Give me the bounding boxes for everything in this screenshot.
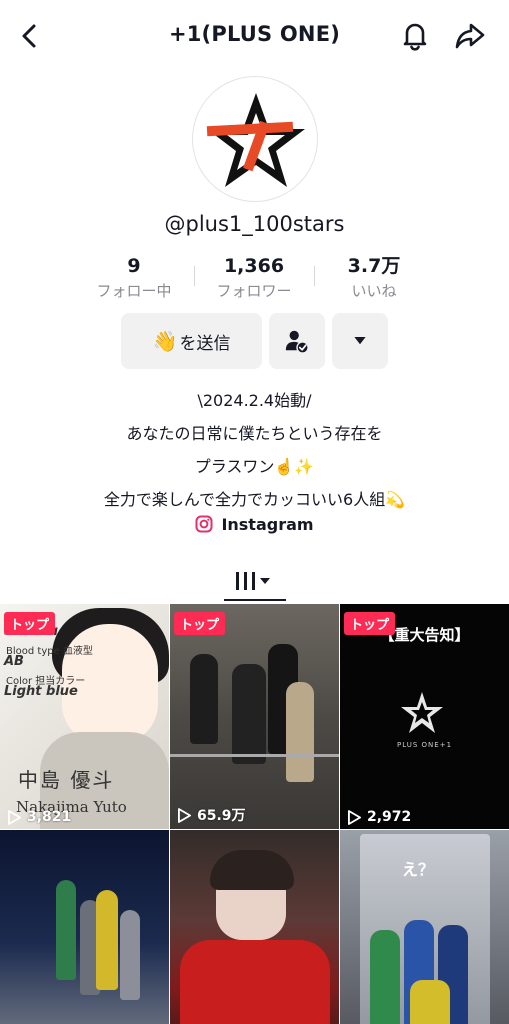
following-label: フォロー中: [96, 282, 172, 300]
video-grid: Sakanu Blood type 血液型 AB Color 担当カラー Lig…: [0, 604, 509, 1024]
view-count-text: 3,821: [27, 809, 72, 825]
plus-one-star-logo: [206, 93, 305, 187]
video-tile[interactable]: え？: [340, 830, 509, 1024]
view-count-text: 65.9万: [197, 808, 246, 824]
thumbnail-text: え？: [402, 860, 435, 879]
grid-videos-icon: [236, 572, 270, 590]
bio-line: \2024.2.4始動/: [197, 391, 312, 410]
play-icon: [348, 809, 361, 825]
video-tile[interactable]: 【重大告知】 PLUS ONE+1 トップ 2,972: [340, 604, 509, 829]
followers-stat[interactable]: 1,366 フォロワー: [194, 252, 314, 302]
top-badge: トップ: [174, 612, 226, 635]
profile-stats: 9 フォロー中 1,366 フォロワー 3.7万 いいね: [0, 252, 509, 308]
likes-stat[interactable]: 3.7万 いいね: [314, 252, 434, 302]
video-tile[interactable]: [170, 830, 339, 1024]
thumbnail-figure: [96, 890, 118, 990]
likes-label: いいね: [351, 282, 397, 300]
instagram-label: Instagram: [221, 514, 314, 534]
thumbnail-name-jp: 中島 優斗: [18, 768, 115, 792]
following-stat[interactable]: 9 フォロー中: [74, 252, 194, 302]
bio-line: あなたの日常に僕たちという存在を: [126, 424, 383, 443]
share-arrow-icon[interactable]: [452, 18, 488, 54]
bio-line: プラスワン☝️✨: [194, 457, 315, 476]
followers-label: フォロワー: [216, 282, 292, 300]
thumbnail-figure: [286, 682, 314, 782]
videos-tab[interactable]: [222, 564, 286, 598]
thumbnail-text: AB: [4, 654, 24, 669]
thumbnail-logo-text: PLUS ONE+1: [396, 741, 453, 749]
waving-hand-icon: 👋: [152, 329, 178, 353]
plus-one-star-logo: [401, 692, 443, 733]
bio: \2024.2.4始動/ あなたの日常に僕たちという存在を プラスワン☝️✨ 全…: [0, 384, 509, 516]
add-friend-button[interactable]: [269, 313, 325, 369]
bell-icon[interactable]: [398, 18, 432, 52]
view-count-text: 2,972: [367, 809, 412, 825]
play-icon: [8, 809, 21, 825]
followers-count: 1,366: [223, 255, 285, 277]
view-count: 3,821: [8, 809, 71, 825]
instagram-link[interactable]: Instagram: [0, 511, 509, 537]
avatar[interactable]: [192, 76, 318, 202]
profile-title: +1(PLUS ONE): [168, 22, 341, 46]
thumbnail-figure: [370, 930, 400, 1024]
username-handle: @plus1_100stars: [164, 212, 345, 236]
thumbnail-figure: [210, 850, 294, 890]
top-badge: トップ: [344, 612, 396, 635]
instagram-icon: [195, 515, 213, 533]
send-message-button[interactable]: 👋 を送信: [121, 313, 262, 369]
caret-down-icon: [354, 337, 366, 345]
thumbnail-figure: [56, 880, 76, 980]
top-badge: トップ: [4, 612, 56, 635]
person-check-icon: [285, 330, 309, 354]
view-count: 2,972: [348, 809, 411, 825]
following-count: 9: [127, 255, 141, 277]
video-tile[interactable]: [0, 830, 169, 1024]
top-bar: +1(PLUS ONE): [0, 0, 509, 72]
active-tab-indicator: [224, 599, 286, 601]
play-icon: [178, 807, 191, 823]
thumbnail-figure: [232, 664, 266, 764]
likes-count: 3.7万: [347, 255, 401, 277]
send-message-label: を送信: [179, 333, 231, 354]
view-count: 65.9万: [178, 805, 246, 825]
thumbnail-figure: [120, 910, 140, 1000]
content-tab-bar: [0, 558, 509, 604]
video-tile[interactable]: Sakanu Blood type 血液型 AB Color 担当カラー Lig…: [0, 604, 169, 829]
thumbnail-railing: [170, 754, 339, 757]
thumbnail-figure: [190, 654, 218, 744]
thumbnail-figure: [180, 940, 330, 1024]
video-tile[interactable]: トップ 65.9万: [170, 604, 339, 829]
thumbnail-figure: [410, 980, 450, 1024]
thumbnail-text: Light blue: [4, 684, 78, 699]
more-options-button[interactable]: [332, 313, 388, 369]
